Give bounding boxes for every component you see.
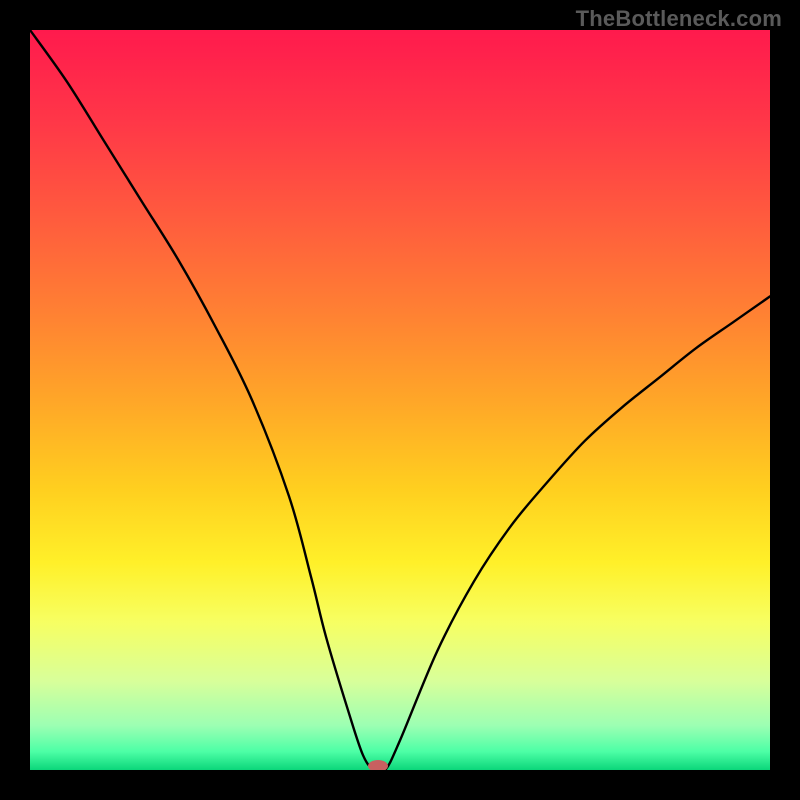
optimum-marker	[368, 760, 388, 770]
bottleneck-curve	[30, 30, 770, 770]
watermark-text: TheBottleneck.com	[576, 6, 782, 32]
chart-frame: TheBottleneck.com	[0, 0, 800, 800]
plot-area	[30, 30, 770, 770]
